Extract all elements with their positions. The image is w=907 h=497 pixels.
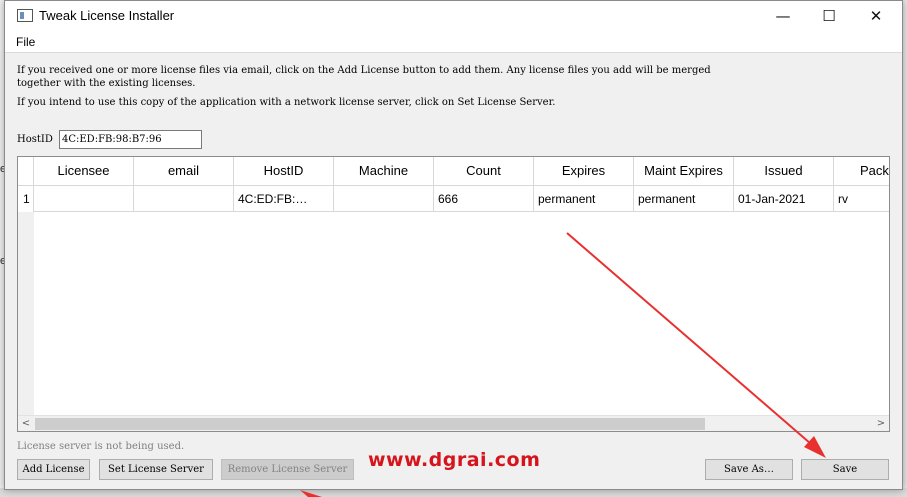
remove-license-server-button: Remove License Server (221, 459, 354, 480)
table-cell-machine[interactable] (334, 186, 434, 212)
menu-file[interactable]: File (16, 35, 35, 49)
scrollbar-thumb[interactable] (35, 418, 705, 430)
save-as-button[interactable]: Save As… (705, 459, 793, 480)
add-license-button[interactable]: Add License (17, 459, 90, 480)
hostid-label: HostID (17, 134, 53, 145)
table-cell-licensee[interactable] (34, 186, 134, 212)
app-icon (17, 9, 33, 22)
maximize-button[interactable]: ☐ (806, 1, 852, 31)
title-bar[interactable]: Tweak License Installer — ☐ ✕ (5, 1, 902, 31)
horizontal-scrollbar[interactable]: < > (18, 415, 889, 431)
license-server-status: License server is not being used. (17, 441, 185, 452)
table-cell-hostid[interactable]: 4C:ED:FB:… (234, 186, 334, 212)
info-text-line2: together with the existing licenses. (17, 78, 196, 89)
column-header-count[interactable]: Count (434, 157, 534, 186)
table-cell-count[interactable]: 666 (434, 186, 534, 212)
column-header-email[interactable]: email (134, 157, 234, 186)
table-cell-maint-expires[interactable]: permanent (634, 186, 734, 212)
menu-bar: File (5, 31, 902, 53)
table-corner[interactable] (18, 157, 34, 186)
license-installer-window: Tweak License Installer — ☐ ✕ File If yo… (4, 0, 903, 490)
column-header-package[interactable]: Packa (834, 157, 889, 186)
column-header-machine[interactable]: Machine (334, 157, 434, 186)
table-cell-email[interactable] (134, 186, 234, 212)
info-text-line3: If you intend to use this copy of the ap… (17, 97, 556, 108)
set-license-server-button[interactable]: Set License Server (99, 459, 213, 480)
save-button[interactable]: Save (801, 459, 889, 480)
window-title: Tweak License Installer (39, 8, 175, 23)
info-text-line1: If you received one or more license file… (17, 65, 711, 76)
scroll-right-icon[interactable]: > (873, 417, 889, 431)
column-header-hostid[interactable]: HostID (234, 157, 334, 186)
table-cell-expires[interactable]: permanent (534, 186, 634, 212)
row-header[interactable]: 1 (18, 186, 34, 212)
hostid-field[interactable]: 4C:ED:FB:98:B7:96 (59, 130, 202, 149)
table-cell-issued[interactable]: 01-Jan-2021 (734, 186, 834, 212)
row-header-gutter (18, 212, 34, 415)
license-table: Licensee email HostID Machine Count Expi… (17, 156, 890, 432)
watermark: www.dgrai.com (368, 449, 541, 471)
close-button[interactable]: ✕ (853, 1, 899, 31)
table-cell-package[interactable]: rv (834, 186, 889, 212)
column-header-licensee[interactable]: Licensee (34, 157, 134, 186)
column-header-maint-expires[interactable]: Maint Expires (634, 157, 734, 186)
minimize-button[interactable]: — (760, 1, 806, 31)
scroll-left-icon[interactable]: < (18, 417, 34, 431)
column-header-expires[interactable]: Expires (534, 157, 634, 186)
column-header-issued[interactable]: Issued (734, 157, 834, 186)
